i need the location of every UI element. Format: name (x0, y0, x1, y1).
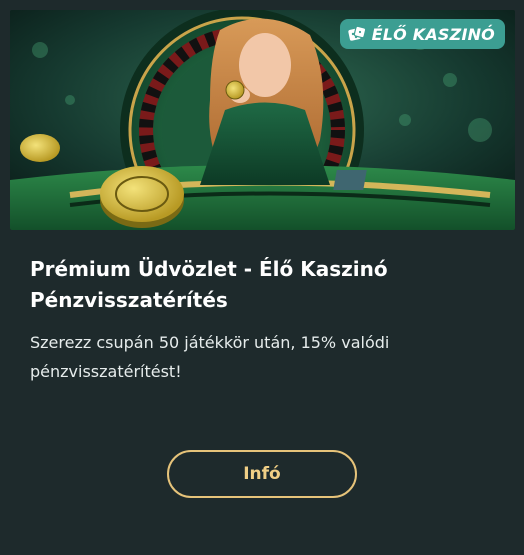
dice-icon (347, 25, 366, 43)
badge-label: ÉLŐ KASZINÓ (371, 24, 495, 44)
promo-title: Prémium Üdvözlet - Élő Kaszinó Pénzvissz… (30, 257, 388, 312)
promo-card: ÉLŐ KASZINÓ Prémium Üdvözlet - Élő Kaszi… (0, 0, 524, 555)
live-casino-badge: ÉLŐ KASZINÓ (339, 19, 505, 49)
info-button[interactable]: Infó (167, 450, 357, 498)
promo-description: Szerezz csupán 50 játékkör után, 15% val… (30, 333, 390, 381)
